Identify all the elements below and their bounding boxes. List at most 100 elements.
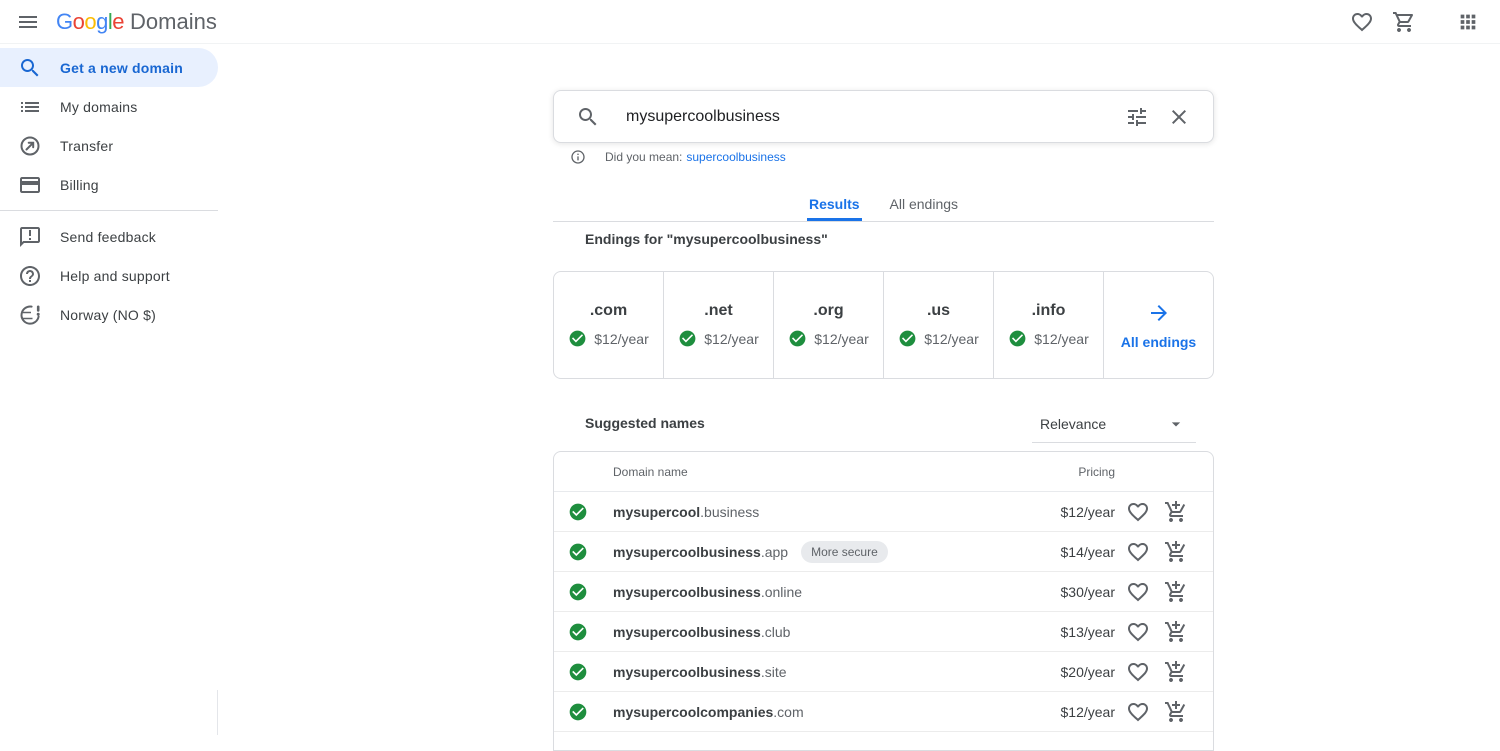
domain-sld: mysupercoolbusiness — [613, 664, 761, 680]
ending-price: $12/year — [594, 331, 648, 347]
ending-price-row: $12/year — [788, 329, 868, 348]
column-header-domain-name: Domain name — [613, 465, 688, 479]
app-header: Google Domains — [0, 0, 1500, 44]
info-icon — [570, 149, 586, 165]
add-shopping-cart-icon — [1164, 580, 1188, 604]
add-to-cart-button[interactable] — [1164, 580, 1188, 604]
sidebar-nav: Get a new domain My domains Transfer Bil… — [0, 44, 218, 334]
domain-search-box — [553, 90, 1214, 143]
add-to-cart-button[interactable] — [1164, 660, 1188, 684]
sort-dropdown[interactable]: Relevance — [1032, 406, 1196, 443]
add-to-cart-button[interactable] — [1164, 540, 1188, 564]
ending-tld: .com — [590, 302, 627, 320]
header-actions — [1342, 2, 1500, 42]
drawer-edge-divider — [217, 690, 218, 735]
ending-option[interactable]: .com $12/year — [554, 272, 664, 378]
sidebar-item-label: Transfer — [60, 138, 113, 154]
domain-sld: mysupercoolbusiness — [613, 624, 761, 640]
sidebar-item-label: Send feedback — [60, 229, 156, 245]
favorite-domain-button[interactable] — [1126, 660, 1150, 684]
arrow-forward-icon — [1147, 301, 1171, 325]
suggested-names-title: Suggested names — [585, 415, 705, 431]
table-row[interactable]: mysupercoolbusiness.site $20/year — [554, 652, 1213, 692]
sidebar-item-billing[interactable]: Billing — [0, 165, 218, 204]
domain-price: $14/year — [1045, 544, 1115, 560]
ending-price: $12/year — [704, 331, 758, 347]
row-actions: $20/year — [1045, 660, 1213, 684]
ending-tld: .net — [704, 302, 732, 320]
tab-all-endings[interactable]: All endings — [888, 190, 961, 221]
ending-tld: .info — [1032, 302, 1066, 320]
favorites-button[interactable] — [1342, 2, 1382, 42]
sidebar-item-label: My domains — [60, 99, 137, 115]
logo-product-name: Domains — [130, 9, 217, 35]
search-icon — [576, 105, 600, 129]
sidebar-item-label: Norway (NO $) — [60, 307, 156, 323]
suggested-names-table: Domain name Pricing mysupercool.business… — [553, 451, 1214, 751]
favorite-domain-button[interactable] — [1126, 580, 1150, 604]
table-row[interactable]: mysupercoolbusiness.online $30/year — [554, 572, 1213, 612]
domain-price: $12/year — [1045, 704, 1115, 720]
domain-name: mysupercoolbusiness.app — [613, 544, 788, 560]
add-to-cart-button[interactable] — [1164, 700, 1188, 724]
ending-price-row: $12/year — [898, 329, 978, 348]
sidebar-item-region-currency[interactable]: Norway (NO $) — [0, 295, 218, 334]
table-row[interactable]: mysupercoolbusiness.app More secure $14/… — [554, 532, 1213, 572]
domain-tld: .app — [761, 544, 788, 560]
search-filters-button[interactable] — [1121, 101, 1153, 133]
menu-icon — [16, 10, 40, 34]
did-you-mean-label: Did you mean: — [605, 150, 682, 164]
clear-search-button[interactable] — [1163, 101, 1195, 133]
row-actions: $30/year — [1045, 580, 1213, 604]
add-shopping-cart-icon — [1164, 660, 1188, 684]
favorite-domain-button[interactable] — [1126, 500, 1150, 524]
table-row[interactable]: mysupercoolbusiness.club $13/year — [554, 612, 1213, 652]
ending-price-row: $12/year — [1008, 329, 1088, 348]
cart-button[interactable] — [1384, 2, 1424, 42]
domain-price: $13/year — [1045, 624, 1115, 640]
tab-results[interactable]: Results — [807, 190, 862, 221]
menu-button[interactable] — [8, 2, 48, 42]
table-row[interactable]: mysupercoolcompanies.com $12/year — [554, 692, 1213, 732]
ending-price-row: $12/year — [678, 329, 758, 348]
sidebar-item-my-domains[interactable]: My domains — [0, 87, 218, 126]
all-endings-cell[interactable]: All endings — [1104, 272, 1213, 378]
ending-price: $12/year — [924, 331, 978, 347]
domain-name: mysupercoolcompanies.com — [613, 704, 804, 720]
domain-tld: .site — [761, 664, 787, 680]
favorite-domain-button[interactable] — [1126, 620, 1150, 644]
row-actions: $12/year — [1045, 700, 1213, 724]
available-check-icon — [568, 542, 588, 562]
google-apps-button[interactable] — [1448, 2, 1488, 42]
domain-search-input[interactable] — [626, 108, 1121, 126]
sidebar-item-get-a-new-domain[interactable]: Get a new domain — [0, 48, 218, 87]
heart-icon — [1126, 580, 1150, 604]
ending-option[interactable]: .net $12/year — [664, 272, 774, 378]
heart-icon — [1126, 620, 1150, 644]
ending-option[interactable]: .org $12/year — [774, 272, 884, 378]
chevron-down-icon — [1166, 414, 1186, 434]
ending-option[interactable]: .info $12/year — [994, 272, 1104, 378]
add-shopping-cart-icon — [1164, 700, 1188, 724]
add-to-cart-button[interactable] — [1164, 620, 1188, 644]
sidebar-item-send-feedback[interactable]: Send feedback — [0, 217, 218, 256]
domain-name: mysupercoolbusiness.club — [613, 624, 790, 640]
domain-name: mysupercoolbusiness.online — [613, 584, 802, 600]
credit-card-icon — [18, 173, 42, 197]
did-you-mean-suggestion-link[interactable]: supercoolbusiness — [686, 150, 785, 164]
domain-tld: .online — [761, 584, 802, 600]
sidebar-item-help-and-support[interactable]: Help and support — [0, 256, 218, 295]
favorite-domain-button[interactable] — [1126, 700, 1150, 724]
sidebar-divider — [0, 210, 218, 211]
sidebar-item-transfer[interactable]: Transfer — [0, 126, 218, 165]
domain-sld: mysupercoolbusiness — [613, 544, 761, 560]
domain-price: $20/year — [1045, 664, 1115, 680]
available-check-icon — [678, 329, 697, 348]
column-header-pricing: Pricing — [1078, 465, 1115, 479]
available-check-icon — [898, 329, 917, 348]
favorite-domain-button[interactable] — [1126, 540, 1150, 564]
ending-option[interactable]: .us $12/year — [884, 272, 994, 378]
add-to-cart-button[interactable] — [1164, 500, 1188, 524]
table-row[interactable]: mysupercool.business $12/year — [554, 492, 1213, 532]
google-domains-logo[interactable]: Google Domains — [56, 9, 217, 35]
